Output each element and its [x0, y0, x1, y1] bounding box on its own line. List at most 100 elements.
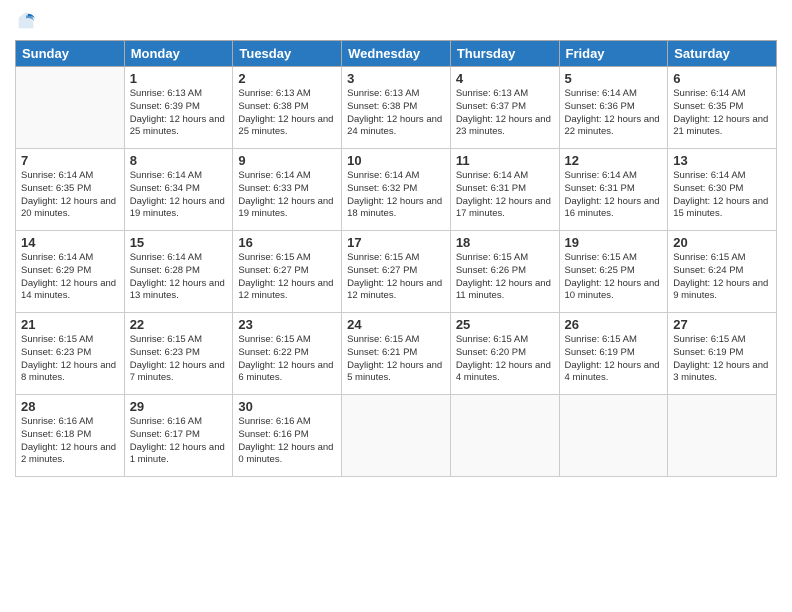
page: SundayMondayTuesdayWednesdayThursdayFrid… [0, 0, 792, 612]
calendar-cell: 22Sunrise: 6:15 AMSunset: 6:23 PMDayligh… [124, 313, 233, 395]
calendar-cell: 16 Sunrise: 6:15 AMSunset: 6:27 PMDayligh… [233, 231, 342, 313]
day-number: 1 [130, 71, 228, 86]
day-info: Sunrise: 6:14 AMSunset: 6:36 PMDaylight:… [565, 88, 663, 139]
calendar-header-monday: Monday [124, 41, 233, 67]
day-info: Sunrise: 6:15 AMSunset: 6:21 PMDaylight:… [347, 334, 445, 385]
calendar-cell: 30 Sunrise: 6:16 AMSunset: 6:16 PMDayligh… [233, 395, 342, 477]
calendar-header-wednesday: Wednesday [342, 41, 451, 67]
day-info: Sunrise: 6:15 AMSunset: 6:20 PMDaylight:… [456, 334, 554, 385]
calendar-cell: 24 Sunrise: 6:15 AMSunset: 6:21 PMDayligh… [342, 313, 451, 395]
day-number: 11 [456, 153, 554, 168]
day-info: Sunrise: 6:15 AMSunset: 6:23 PMDaylight:… [21, 334, 119, 385]
day-number: 12 [565, 153, 663, 168]
day-info: Sunrise: 6:14 AMSunset: 6:29 PMDaylight:… [21, 252, 119, 303]
calendar-week-row: 14 Sunrise: 6:14 AMSunset: 6:29 PMDayligh… [16, 231, 777, 313]
day-number: 15 [130, 235, 228, 250]
calendar-cell: 25 Sunrise: 6:15 AMSunset: 6:20 PMDayligh… [450, 313, 559, 395]
calendar-cell: 10 Sunrise: 6:14 AMSunset: 6:32 PMDayligh… [342, 149, 451, 231]
logo-icon [15, 10, 37, 32]
calendar-cell [668, 395, 777, 477]
day-info: Sunrise: 6:14 AMSunset: 6:35 PMDaylight:… [21, 170, 119, 221]
calendar-cell [559, 395, 668, 477]
day-info: Sunrise: 6:14 AMSunset: 6:35 PMDaylight:… [673, 88, 771, 139]
calendar-cell: 21 Sunrise: 6:15 AMSunset: 6:23 PMDayligh… [16, 313, 125, 395]
day-info: Sunrise: 6:14 AMSunset: 6:31 PMDaylight:… [565, 170, 663, 221]
calendar-cell: 4 Sunrise: 6:13 AMSunset: 6:37 PMDaylight… [450, 67, 559, 149]
calendar-cell: 15 Sunrise: 6:14 AMSunset: 6:28 PMDayligh… [124, 231, 233, 313]
calendar-header-sunday: Sunday [16, 41, 125, 67]
calendar-cell [450, 395, 559, 477]
day-number: 5 [565, 71, 663, 86]
calendar-cell: 2Sunrise: 6:13 AMSunset: 6:38 PMDaylight… [233, 67, 342, 149]
logo [15, 10, 41, 32]
day-number: 24 [347, 317, 445, 332]
calendar-header-friday: Friday [559, 41, 668, 67]
day-info: Sunrise: 6:15 AMSunset: 6:27 PMDaylight:… [347, 252, 445, 303]
day-number: 14 [21, 235, 119, 250]
day-info: Sunrise: 6:13 AMSunset: 6:37 PMDaylight:… [456, 88, 554, 139]
calendar-cell: 20 Sunrise: 6:15 AMSunset: 6:24 PMDayligh… [668, 231, 777, 313]
calendar-cell: 1Sunrise: 6:13 AMSunset: 6:39 PMDaylight… [124, 67, 233, 149]
calendar-cell: 14 Sunrise: 6:14 AMSunset: 6:29 PMDayligh… [16, 231, 125, 313]
calendar-cell: 5 Sunrise: 6:14 AMSunset: 6:36 PMDaylight… [559, 67, 668, 149]
calendar-week-row: 28 Sunrise: 6:16 AMSunset: 6:18 PMDayligh… [16, 395, 777, 477]
day-number: 17 [347, 235, 445, 250]
calendar-header-saturday: Saturday [668, 41, 777, 67]
day-number: 22 [130, 317, 228, 332]
calendar: SundayMondayTuesdayWednesdayThursdayFrid… [15, 40, 777, 477]
calendar-cell: 9 Sunrise: 6:14 AMSunset: 6:33 PMDaylight… [233, 149, 342, 231]
calendar-header-tuesday: Tuesday [233, 41, 342, 67]
day-info: Sunrise: 6:14 AMSunset: 6:32 PMDaylight:… [347, 170, 445, 221]
day-number: 6 [673, 71, 771, 86]
day-number: 9 [238, 153, 336, 168]
calendar-cell: 11 Sunrise: 6:14 AMSunset: 6:31 PMDayligh… [450, 149, 559, 231]
calendar-cell: 7 Sunrise: 6:14 AMSunset: 6:35 PMDaylight… [16, 149, 125, 231]
day-info: Sunrise: 6:15 AMSunset: 6:19 PMDaylight:… [673, 334, 771, 385]
day-info: Sunrise: 6:14 AMSunset: 6:33 PMDaylight:… [238, 170, 336, 221]
calendar-cell: 17 Sunrise: 6:15 AMSunset: 6:27 PMDayligh… [342, 231, 451, 313]
day-info: Sunrise: 6:16 AMSunset: 6:18 PMDaylight:… [21, 416, 119, 467]
day-number: 8 [130, 153, 228, 168]
calendar-cell: 3Sunrise: 6:13 AMSunset: 6:38 PMDaylight… [342, 67, 451, 149]
calendar-week-row: 7 Sunrise: 6:14 AMSunset: 6:35 PMDaylight… [16, 149, 777, 231]
header [15, 10, 777, 32]
day-number: 27 [673, 317, 771, 332]
day-number: 29 [130, 399, 228, 414]
day-number: 23 [238, 317, 336, 332]
day-number: 19 [565, 235, 663, 250]
day-number: 20 [673, 235, 771, 250]
calendar-week-row: 1Sunrise: 6:13 AMSunset: 6:39 PMDaylight… [16, 67, 777, 149]
day-info: Sunrise: 6:15 AMSunset: 6:19 PMDaylight:… [565, 334, 663, 385]
day-info: Sunrise: 6:16 AMSunset: 6:16 PMDaylight:… [238, 416, 336, 467]
calendar-cell: 27 Sunrise: 6:15 AMSunset: 6:19 PMDayligh… [668, 313, 777, 395]
day-info: Sunrise: 6:15 AMSunset: 6:22 PMDaylight:… [238, 334, 336, 385]
day-info: Sunrise: 6:15 AMSunset: 6:24 PMDaylight:… [673, 252, 771, 303]
day-info: Sunrise: 6:14 AMSunset: 6:28 PMDaylight:… [130, 252, 228, 303]
day-info: Sunrise: 6:14 AMSunset: 6:31 PMDaylight:… [456, 170, 554, 221]
day-info: Sunrise: 6:14 AMSunset: 6:30 PMDaylight:… [673, 170, 771, 221]
calendar-cell: 18Sunrise: 6:15 AMSunset: 6:26 PMDayligh… [450, 231, 559, 313]
calendar-cell: 6 Sunrise: 6:14 AMSunset: 6:35 PMDaylight… [668, 67, 777, 149]
day-number: 26 [565, 317, 663, 332]
calendar-cell: 29 Sunrise: 6:16 AMSunset: 6:17 PMDayligh… [124, 395, 233, 477]
day-number: 16 [238, 235, 336, 250]
day-number: 30 [238, 399, 336, 414]
day-number: 21 [21, 317, 119, 332]
calendar-cell: 28 Sunrise: 6:16 AMSunset: 6:18 PMDayligh… [16, 395, 125, 477]
day-number: 18 [456, 235, 554, 250]
calendar-cell: 23 Sunrise: 6:15 AMSunset: 6:22 PMDayligh… [233, 313, 342, 395]
day-number: 25 [456, 317, 554, 332]
day-info: Sunrise: 6:14 AMSunset: 6:34 PMDaylight:… [130, 170, 228, 221]
day-number: 7 [21, 153, 119, 168]
day-number: 4 [456, 71, 554, 86]
day-number: 3 [347, 71, 445, 86]
day-number: 28 [21, 399, 119, 414]
day-number: 13 [673, 153, 771, 168]
calendar-cell: 19Sunrise: 6:15 AMSunset: 6:25 PMDayligh… [559, 231, 668, 313]
day-info: Sunrise: 6:15 AMSunset: 6:27 PMDaylight:… [238, 252, 336, 303]
day-info: Sunrise: 6:16 AMSunset: 6:17 PMDaylight:… [130, 416, 228, 467]
day-number: 10 [347, 153, 445, 168]
day-number: 2 [238, 71, 336, 86]
calendar-cell [16, 67, 125, 149]
calendar-header-thursday: Thursday [450, 41, 559, 67]
